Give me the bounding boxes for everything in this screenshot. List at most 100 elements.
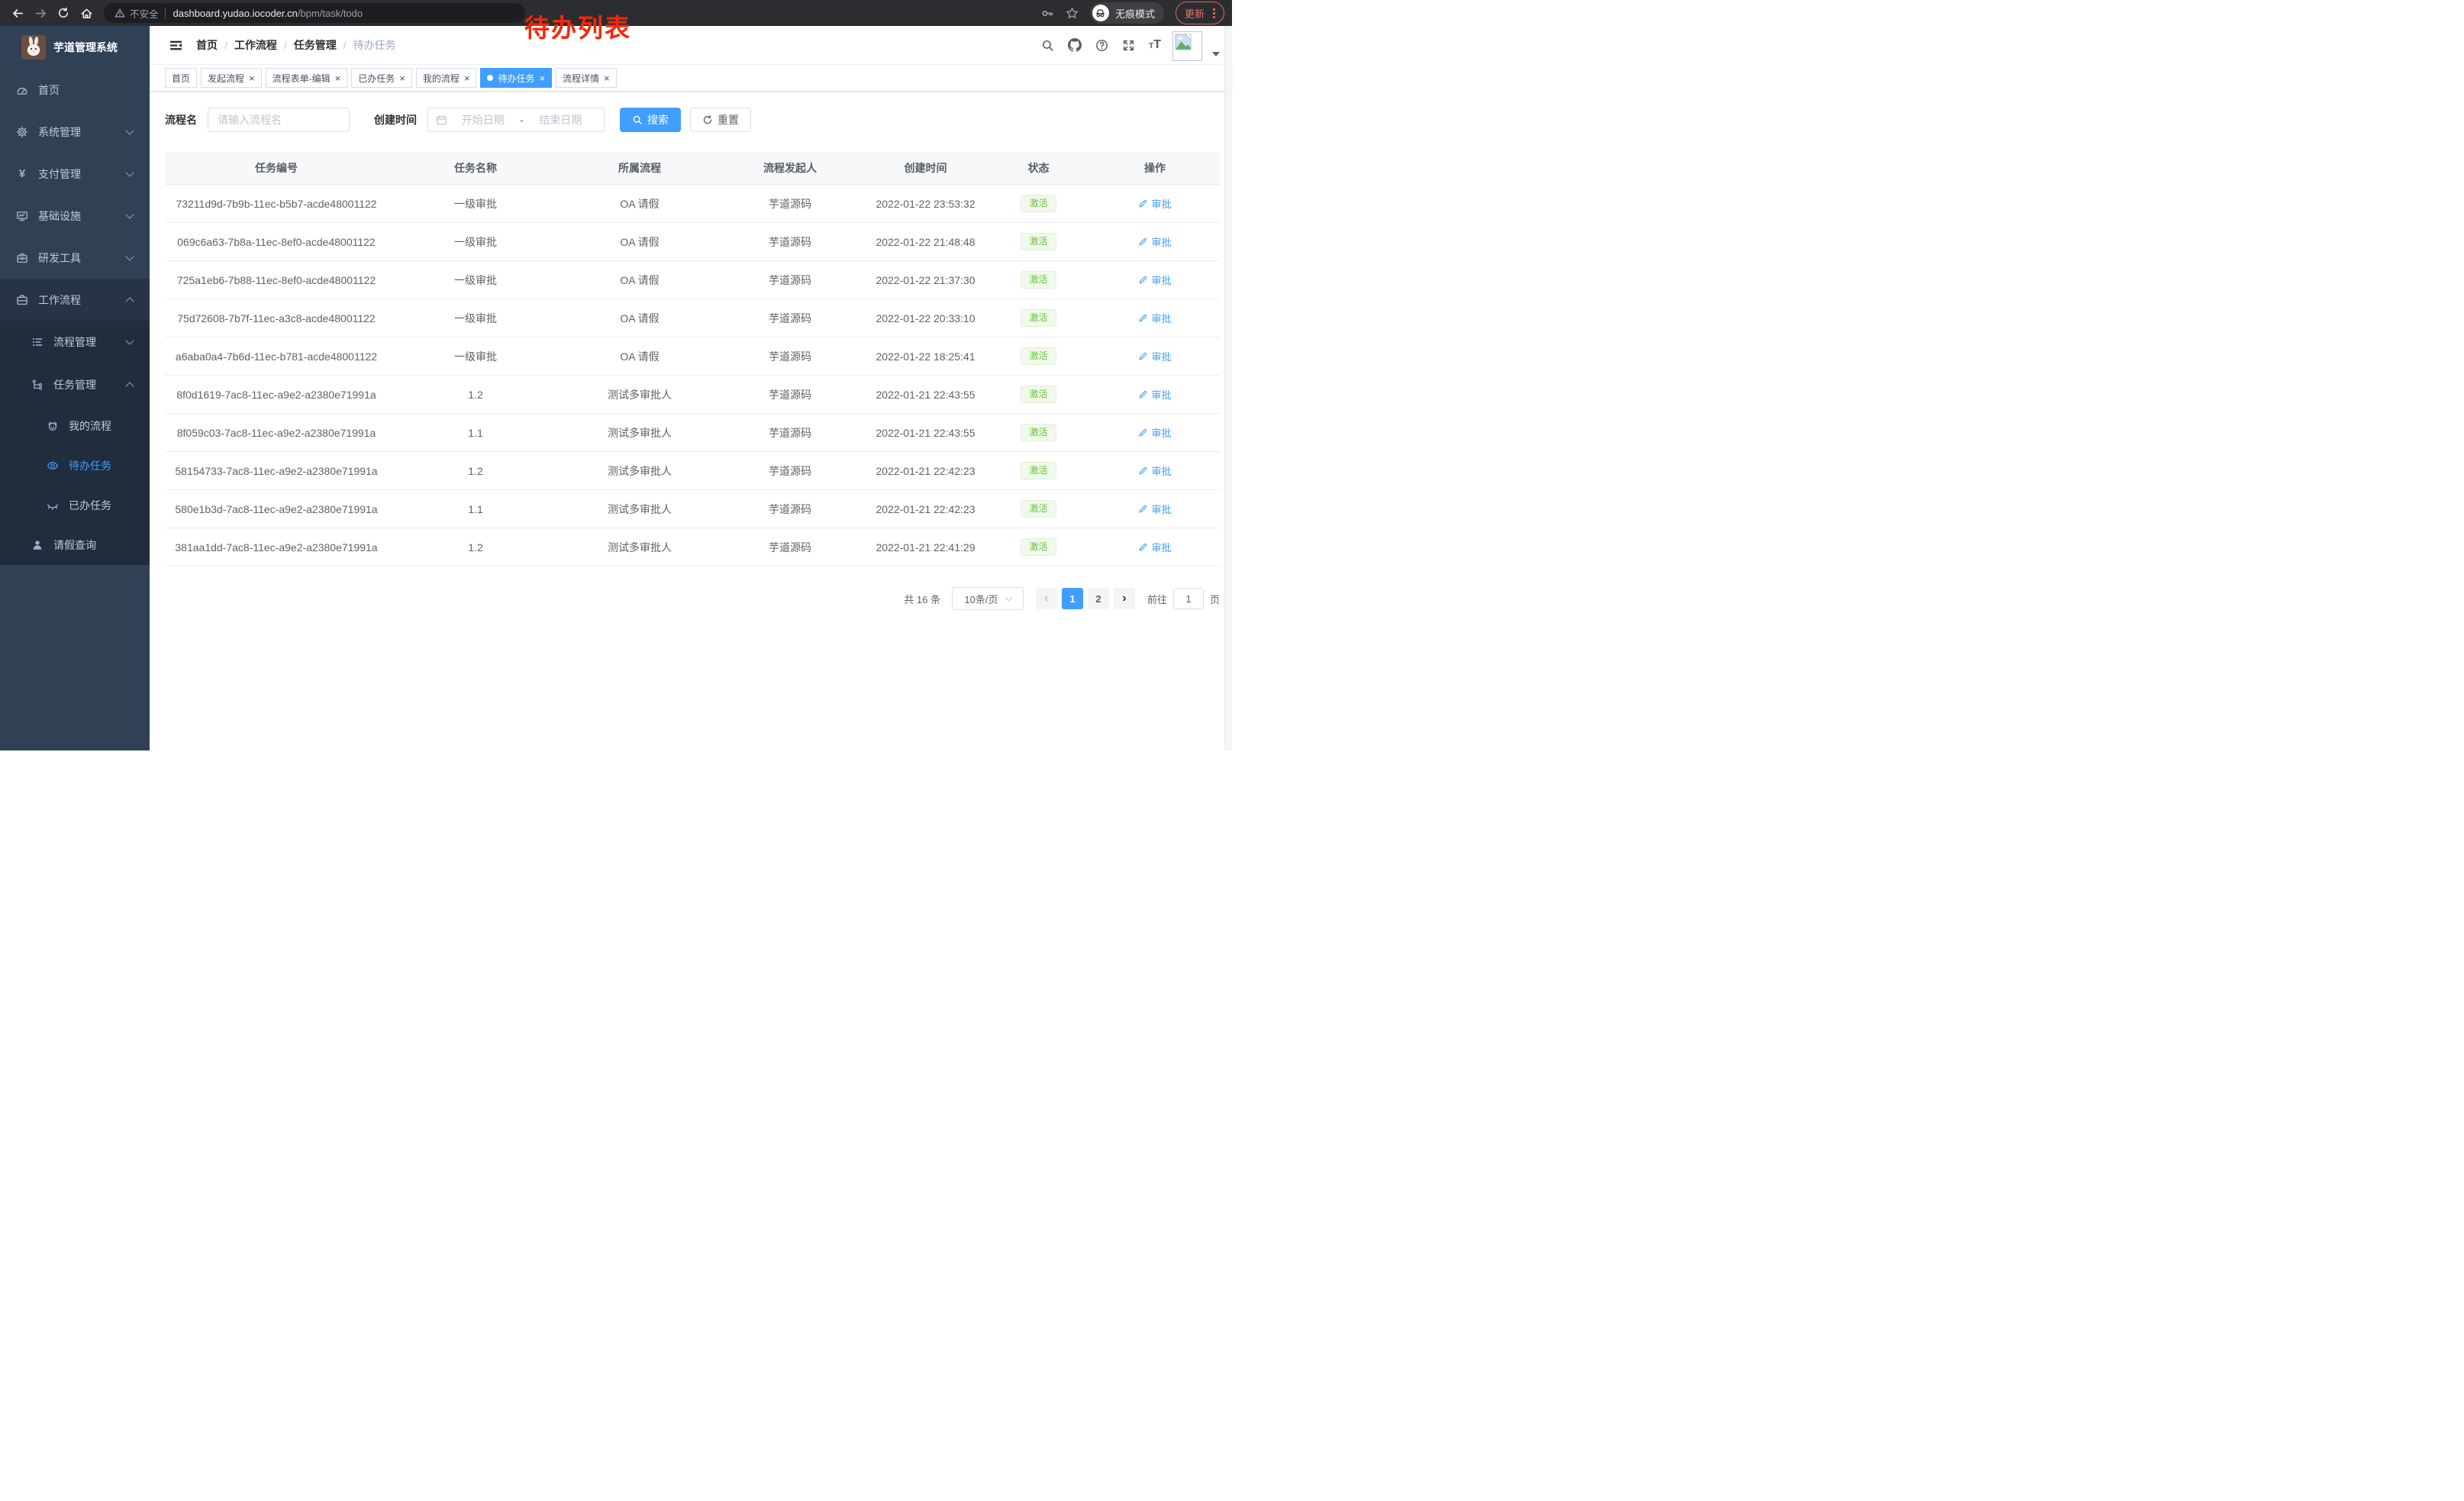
approve-link[interactable]: 审批	[1138, 463, 1171, 478]
approve-link[interactable]: 审批	[1138, 502, 1171, 516]
total-count: 共 16 条	[904, 592, 940, 606]
goto-page-input[interactable]	[1173, 588, 1204, 609]
monitor-icon	[16, 210, 28, 222]
update-button[interactable]: 更新	[1176, 2, 1224, 24]
cell-task-id: 8f0d1619-7ac8-11ec-a9e2-a2380e71991a	[165, 376, 388, 414]
approve-link[interactable]: 审批	[1138, 425, 1171, 440]
forward-icon[interactable]	[31, 3, 50, 23]
sidebar-item-system[interactable]: 系统管理	[0, 111, 150, 153]
sidebar-item-my-process[interactable]: 我的流程	[0, 406, 150, 446]
page-button-2[interactable]: 2	[1088, 588, 1109, 609]
search-button[interactable]: 搜索	[620, 108, 681, 132]
github-icon[interactable]	[1068, 38, 1082, 52]
tag-home[interactable]: 首页	[165, 68, 197, 88]
approve-label: 审批	[1151, 502, 1171, 516]
sidebar-item-payment[interactable]: ¥ 支付管理	[0, 153, 150, 195]
cell-create-time: 2022-01-22 18:25:41	[864, 337, 987, 376]
sidebar-item-done-tasks[interactable]: 已办任务	[0, 486, 150, 525]
tag-process-detail[interactable]: 流程详情 ×	[556, 68, 617, 88]
breadcrumb-workflow[interactable]: 工作流程	[234, 37, 277, 53]
reset-button[interactable]: 重置	[690, 108, 751, 132]
back-icon[interactable]	[8, 3, 27, 23]
chevron-down-icon	[125, 210, 134, 218]
sidebar-item-home[interactable]: 首页	[0, 69, 150, 111]
fullscreen-icon[interactable]	[1122, 39, 1135, 52]
cell-task-name: 1.2	[388, 452, 563, 490]
sidebar-item-label: 基础设施	[38, 208, 81, 224]
close-icon[interactable]: ×	[464, 73, 470, 83]
page-size-value: 10条/页	[964, 592, 998, 606]
approve-link[interactable]: 审批	[1138, 196, 1171, 211]
address-bar[interactable]: 不安全 dashboard.yudao.iocoder.cn /bpm/task…	[104, 3, 525, 23]
edit-pen-icon	[1138, 351, 1148, 361]
approve-label: 审批	[1151, 463, 1171, 478]
cell-starter: 芋道源码	[716, 490, 864, 528]
sidebar-item-todo-tasks[interactable]: 待办任务	[0, 446, 150, 486]
close-icon[interactable]: ×	[399, 73, 405, 83]
cell-create-time: 2022-01-22 20:33:10	[864, 299, 987, 337]
table-row: 381aa1dd-7ac8-11ec-a9e2-a2380e71991a 1.2…	[165, 528, 1220, 567]
app-logo[interactable]: 芋道管理系统	[0, 26, 150, 69]
approve-link[interactable]: 审批	[1138, 311, 1171, 325]
approve-label: 审批	[1151, 387, 1171, 402]
breadcrumb-task-management[interactable]: 任务管理	[294, 37, 337, 53]
approve-link[interactable]: 审批	[1138, 234, 1171, 249]
password-key-icon[interactable]	[1041, 7, 1054, 20]
sidebar-item-devtools[interactable]: 研发工具	[0, 237, 150, 279]
sidebar-item-infrastructure[interactable]: 基础设施	[0, 195, 150, 237]
bookmark-star-icon[interactable]	[1066, 7, 1079, 20]
approve-label: 审批	[1151, 234, 1171, 249]
sidebar-item-leave-query[interactable]: 请假查询	[0, 525, 150, 565]
approve-link[interactable]: 审批	[1138, 540, 1171, 554]
sidebar-item-label: 待办任务	[69, 458, 111, 473]
prev-page-button[interactable]	[1036, 588, 1057, 609]
help-icon[interactable]	[1095, 39, 1108, 52]
page-scrollbar[interactable]	[1224, 26, 1232, 750]
sidebar-item-label: 已办任务	[69, 498, 111, 513]
close-icon[interactable]: ×	[335, 73, 341, 83]
cell-task-name: 1.1	[388, 414, 563, 452]
table-row: 73211d9d-7b9b-11ec-b5b7-acde48001122 一级审…	[165, 185, 1220, 223]
tag-process-form-edit[interactable]: 流程表单-编辑×	[266, 68, 348, 88]
breadcrumb-home[interactable]: 首页	[196, 37, 218, 53]
tag-done-tasks[interactable]: 已办任务×	[351, 68, 412, 88]
sidebar-collapse-icon[interactable]	[169, 39, 182, 52]
tag-my-process[interactable]: 我的流程×	[416, 68, 477, 88]
next-page-button[interactable]	[1114, 588, 1135, 609]
close-icon[interactable]: ×	[249, 73, 255, 83]
process-name-input[interactable]	[208, 108, 350, 132]
approve-link[interactable]: 审批	[1138, 387, 1171, 402]
eye-icon	[47, 460, 59, 472]
cell-task-name: 1.1	[388, 490, 563, 528]
close-icon[interactable]: ×	[604, 73, 610, 83]
close-icon[interactable]: ×	[539, 73, 545, 83]
date-range-picker[interactable]: 开始日期 - 结束日期	[427, 108, 605, 132]
tag-start-process[interactable]: 发起流程×	[201, 68, 262, 88]
reload-icon[interactable]	[53, 3, 73, 23]
user-avatar[interactable]	[1172, 31, 1202, 61]
annotation-overlay: 待办列表	[524, 8, 631, 44]
page-button-1[interactable]: 1	[1062, 588, 1083, 609]
sidebar-item-task-management[interactable]: 任务管理	[0, 363, 150, 406]
sidebar-item-label: 请假查询	[53, 537, 96, 553]
tag-label: 流程详情	[563, 72, 599, 85]
font-size-icon[interactable]: TT	[1149, 38, 1161, 52]
page-size-select[interactable]: 10条/页	[952, 587, 1024, 610]
browser-menu-icon[interactable]	[1213, 8, 1215, 19]
cell-starter: 芋道源码	[716, 376, 864, 414]
sidebar-item-process-management[interactable]: 流程管理	[0, 321, 150, 363]
cell-actions: 审批	[1090, 490, 1220, 528]
active-dot	[487, 75, 493, 81]
cell-status: 激活	[987, 261, 1090, 299]
sidebar-item-workflow[interactable]: 工作流程	[0, 279, 150, 321]
tag-todo-tasks[interactable]: 待办任务×	[480, 68, 552, 88]
approve-link[interactable]: 审批	[1138, 273, 1171, 287]
status-badge: 激活	[1021, 233, 1056, 250]
status-badge: 激活	[1021, 195, 1056, 212]
home-icon[interactable]	[76, 3, 96, 23]
edit-pen-icon	[1138, 389, 1148, 399]
approve-link[interactable]: 审批	[1138, 349, 1171, 363]
avatar-dropdown-caret-icon[interactable]	[1212, 52, 1220, 56]
search-icon[interactable]	[1041, 39, 1054, 52]
edit-pen-icon	[1138, 313, 1148, 323]
